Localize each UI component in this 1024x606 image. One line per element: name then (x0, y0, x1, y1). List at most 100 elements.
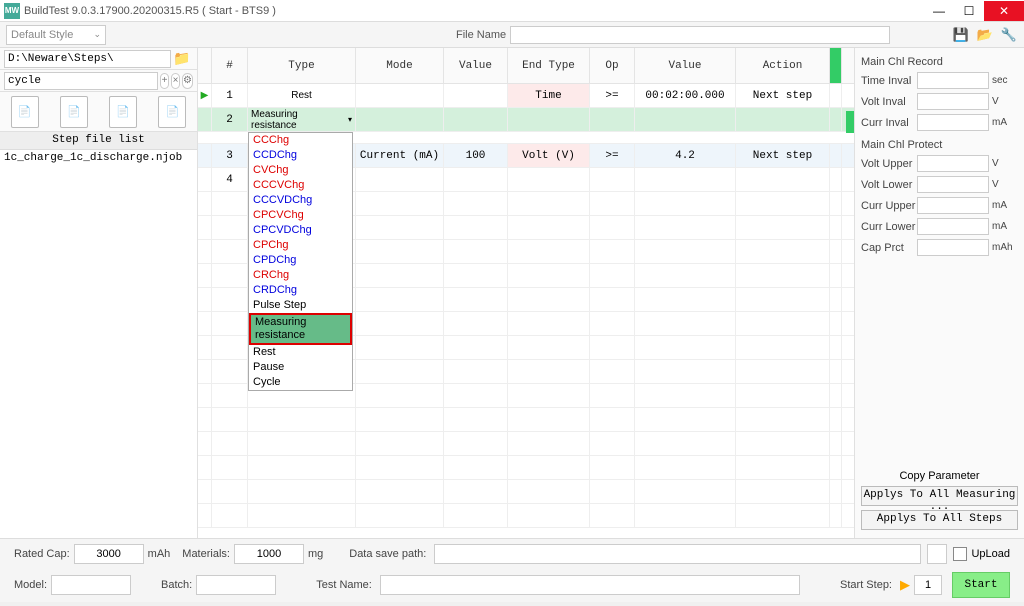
play-cell (198, 108, 212, 131)
value1-cell[interactable] (444, 168, 508, 191)
gear-icon[interactable]: ⚙ (182, 73, 193, 89)
play-icon[interactable]: ▶ (900, 577, 910, 593)
value2-cell[interactable]: 4.2 (635, 144, 736, 167)
action-cell[interactable] (736, 168, 830, 191)
path-input[interactable] (4, 50, 171, 68)
op-cell[interactable]: >= (590, 144, 635, 167)
num-cell: 3 (212, 144, 248, 167)
upload-checkbox[interactable] (953, 547, 967, 561)
table-row[interactable]: 2Measuring resistance ▾ (198, 108, 854, 132)
start-step-input[interactable] (914, 575, 942, 595)
filename-input[interactable] (510, 26, 890, 44)
apply-all-steps-button[interactable]: Applys To All Steps (861, 510, 1018, 530)
type-dropdown[interactable]: CCChgCCDChgCVChgCCCVChgCCCVDChgCPCVChgCP… (248, 132, 353, 391)
type-option[interactable]: CPCVDChg (249, 223, 352, 238)
action-cell[interactable] (736, 108, 830, 131)
curr-inval-input[interactable] (917, 114, 989, 131)
add-button[interactable]: + (160, 73, 169, 89)
table-row[interactable]: ▶1RestTime>=00:02:00.000Next step (198, 84, 854, 108)
end-cell[interactable]: Volt (V) (508, 144, 590, 167)
data-save-input[interactable] (434, 544, 921, 564)
type-option[interactable]: CCChg (249, 133, 352, 148)
remove-button[interactable]: × (171, 73, 180, 89)
volt-upper-input[interactable] (917, 155, 989, 172)
type-option[interactable]: CPDChg (249, 253, 352, 268)
start-button[interactable]: Start (952, 572, 1010, 598)
time-inval-input[interactable] (917, 72, 989, 89)
app-icon: MW (4, 3, 20, 19)
apply-all-measuring-button[interactable]: Applys To All Measuring ... (861, 486, 1018, 506)
curr-upper-input[interactable] (917, 197, 989, 214)
header-end: End Type (508, 48, 590, 83)
action-cell[interactable]: Next step (736, 84, 830, 107)
type-option[interactable]: CPCVChg (249, 208, 352, 223)
op-cell[interactable] (590, 108, 635, 131)
type-cell[interactable]: Measuring resistance ▾ (248, 108, 356, 131)
end-cell[interactable] (508, 168, 590, 191)
type-option[interactable]: CRChg (249, 268, 352, 283)
test-name-input[interactable] (380, 575, 800, 595)
value1-cell[interactable]: 100 (444, 144, 508, 167)
maximize-button[interactable]: ☐ (954, 1, 984, 21)
curr-upper-label: Curr Upper (861, 200, 917, 212)
style-dropdown[interactable]: Default Style ⌄ (6, 25, 106, 45)
action-cell[interactable]: Next step (736, 144, 830, 167)
value2-cell[interactable] (635, 108, 736, 131)
play-icon: ▶ (201, 90, 209, 101)
curr-inval-label: Curr Inval (861, 117, 917, 129)
type-option[interactable]: CPChg (249, 238, 352, 253)
type-option[interactable]: Measuring resistance (249, 313, 352, 345)
minimize-button[interactable]: — (924, 1, 954, 21)
materials-label: Materials: (182, 548, 230, 560)
browse-button[interactable] (927, 544, 947, 564)
settings-icon[interactable]: 🔧 (1000, 26, 1018, 44)
end-cell[interactable]: Time (508, 84, 590, 107)
curr-lower-input[interactable] (917, 218, 989, 235)
rated-cap-input[interactable] (74, 544, 144, 564)
type-option[interactable]: CRDChg (249, 283, 352, 298)
value2-cell[interactable]: 00:02:00.000 (635, 84, 736, 107)
volt-upper-label: Volt Upper (861, 158, 917, 170)
doc-save-icon[interactable]: 📄 (109, 96, 137, 128)
unit-v: V (992, 96, 1018, 107)
mode-cell[interactable] (356, 84, 444, 107)
type-option[interactable]: CVChg (249, 163, 352, 178)
type-option[interactable]: Cycle (249, 375, 352, 390)
value1-cell[interactable] (444, 108, 508, 131)
model-input[interactable] (51, 575, 131, 595)
close-button[interactable]: ✕ (984, 1, 1024, 21)
type-option[interactable]: Pause (249, 360, 352, 375)
folder-icon[interactable]: 📁 (173, 50, 193, 68)
value1-cell[interactable] (444, 84, 508, 107)
filename-label: File Name (456, 29, 506, 41)
grid-panel: # Type Mode Value End Type Op Value Acti… (198, 48, 854, 538)
open-icon[interactable]: 📂 (976, 26, 994, 44)
cap-prct-input[interactable] (917, 239, 989, 256)
volt-lower-input[interactable] (917, 176, 989, 193)
type-option[interactable]: CCCVChg (249, 178, 352, 193)
end-cell[interactable] (508, 108, 590, 131)
op-cell[interactable] (590, 168, 635, 191)
cycle-select[interactable] (4, 72, 158, 90)
green-tab[interactable] (846, 111, 854, 133)
volt-inval-input[interactable] (917, 93, 989, 110)
type-option[interactable]: Rest (249, 345, 352, 360)
doc-open-icon[interactable]: 📄 (60, 96, 88, 128)
save-icon[interactable]: 💾 (952, 26, 970, 44)
curr-lower-label: Curr Lower (861, 221, 917, 233)
op-cell[interactable]: >= (590, 84, 635, 107)
type-cell[interactable]: Rest (248, 84, 356, 107)
mode-cell[interactable] (356, 168, 444, 191)
list-item[interactable]: 1c_charge_1c_discharge.njob (0, 150, 197, 166)
materials-input[interactable] (234, 544, 304, 564)
batch-input[interactable] (196, 575, 276, 595)
doc-new-icon[interactable]: 📄 (11, 96, 39, 128)
unit-mah: mAh (148, 548, 171, 560)
mode-cell[interactable]: Current (mA) (356, 144, 444, 167)
value2-cell[interactable] (635, 168, 736, 191)
type-option[interactable]: CCDChg (249, 148, 352, 163)
type-option[interactable]: CCCVDChg (249, 193, 352, 208)
mode-cell[interactable] (356, 108, 444, 131)
doc-edit-icon[interactable]: 📄 (158, 96, 186, 128)
type-option[interactable]: Pulse Step (249, 298, 352, 313)
